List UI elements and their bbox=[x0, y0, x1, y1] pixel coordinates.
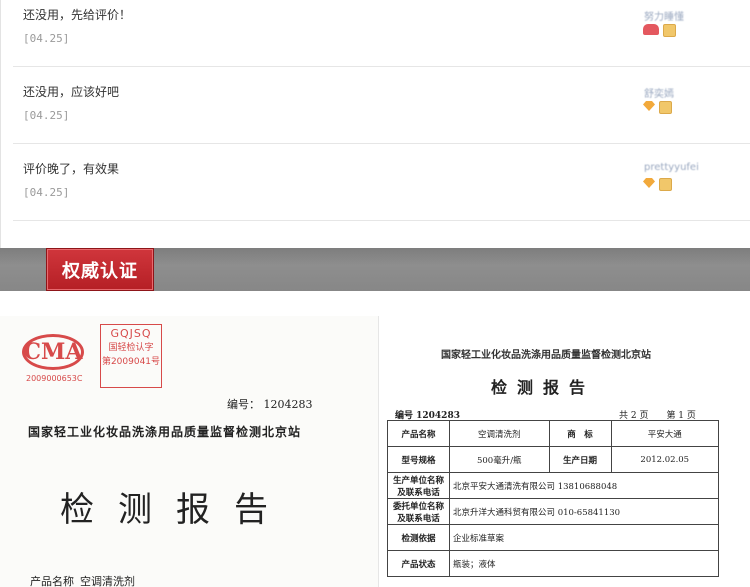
reviewer-badges bbox=[643, 101, 672, 114]
report-cover: CMA 2009000653C GQJSQ 国轻检认字 第2009041号 编号… bbox=[0, 316, 378, 587]
report-title: 检测报告 bbox=[60, 490, 292, 530]
reviewer-name[interactable]: 舒奕嫣 bbox=[644, 85, 674, 100]
reviewer-name[interactable]: 努力睡懂 bbox=[644, 8, 684, 23]
report-title: 检测报告 bbox=[491, 378, 596, 397]
diamond-level-icon bbox=[643, 101, 655, 111]
review-date: [04.25] bbox=[23, 32, 70, 45]
table-row: 检测依据 企业标准草案 bbox=[387, 524, 719, 551]
institution-name: 国家轻工业化妆品洗涤用品质量监督检测北京站 bbox=[441, 350, 651, 361]
report-page: 国家轻工业化妆品洗涤用品质量监督检测北京站 检测报告 编号 1204283 共 … bbox=[378, 316, 750, 587]
certification-stamp: GQJSQ 国轻检认字 第2009041号 bbox=[100, 324, 162, 388]
table-row: 产品状态 瓶装；液体 bbox=[387, 550, 719, 577]
table-row: 生产单位名称及联系电话 北京平安大通清洗有限公司 13810688048 bbox=[387, 472, 719, 499]
reviewer-badges bbox=[643, 178, 672, 191]
heart-level-icon bbox=[643, 24, 659, 35]
table-row: 型号规格 500毫升/瓶 生产日期 2012.02.05 bbox=[387, 446, 720, 473]
review-text: 还没用，先给评价！ bbox=[23, 8, 132, 22]
table-row: 产品名称 空调清洗剂 商 标 平安大通 bbox=[387, 420, 720, 447]
review-date: [04.25] bbox=[23, 109, 70, 122]
review-date: [04.25] bbox=[23, 186, 70, 199]
vip-level-icon bbox=[663, 24, 676, 37]
reviewer-name[interactable]: prettyyufei bbox=[644, 162, 699, 173]
diamond-level-icon bbox=[643, 178, 655, 188]
vip-level-icon bbox=[659, 178, 672, 191]
table-row: 委托单位名称及联系电话 北京升洋大通科贸有限公司 010-65841130 bbox=[387, 498, 719, 525]
stamp-code: GQJSQ bbox=[110, 327, 152, 340]
vip-level-icon bbox=[659, 101, 672, 114]
institution-name: 国家轻工业化妆品洗涤用品质量监督检测北京站 bbox=[28, 425, 302, 439]
review-list: 还没用，先给评价！ [04.25] 努力睡懂 还没用，应该好吧 [04.25] … bbox=[0, 0, 750, 248]
cma-number: 2009000653C bbox=[26, 374, 83, 383]
product-name: 产品名称 空调清洗剂 bbox=[30, 575, 135, 587]
list-item: 评价晚了，有效果 [04.25] prettyyufei bbox=[13, 144, 750, 221]
cma-logo-icon: CMA bbox=[22, 334, 84, 370]
list-item: 还没用，应该好吧 [04.25] 舒奕嫣 bbox=[13, 67, 750, 144]
doc-number: 编号： 1204283 bbox=[227, 398, 313, 411]
certification-image: CMA 2009000653C GQJSQ 国轻检认字 第2009041号 编号… bbox=[0, 316, 750, 587]
report-table: 产品名称 空调清洗剂 商 标 平安大通 型号规格 500毫升/瓶 生产日期 20… bbox=[387, 420, 720, 577]
stamp-number: 第2009041号 bbox=[101, 357, 161, 367]
stamp-line: 国轻检认字 bbox=[108, 343, 154, 353]
review-text: 还没用，应该好吧 bbox=[23, 85, 120, 99]
section-title: 权威认证 bbox=[46, 248, 154, 291]
review-text: 评价晚了，有效果 bbox=[23, 162, 120, 176]
reviewer-badges bbox=[643, 24, 676, 37]
list-item: 还没用，先给评价！ [04.25] 努力睡懂 bbox=[13, 0, 750, 67]
section-gap bbox=[0, 291, 750, 316]
